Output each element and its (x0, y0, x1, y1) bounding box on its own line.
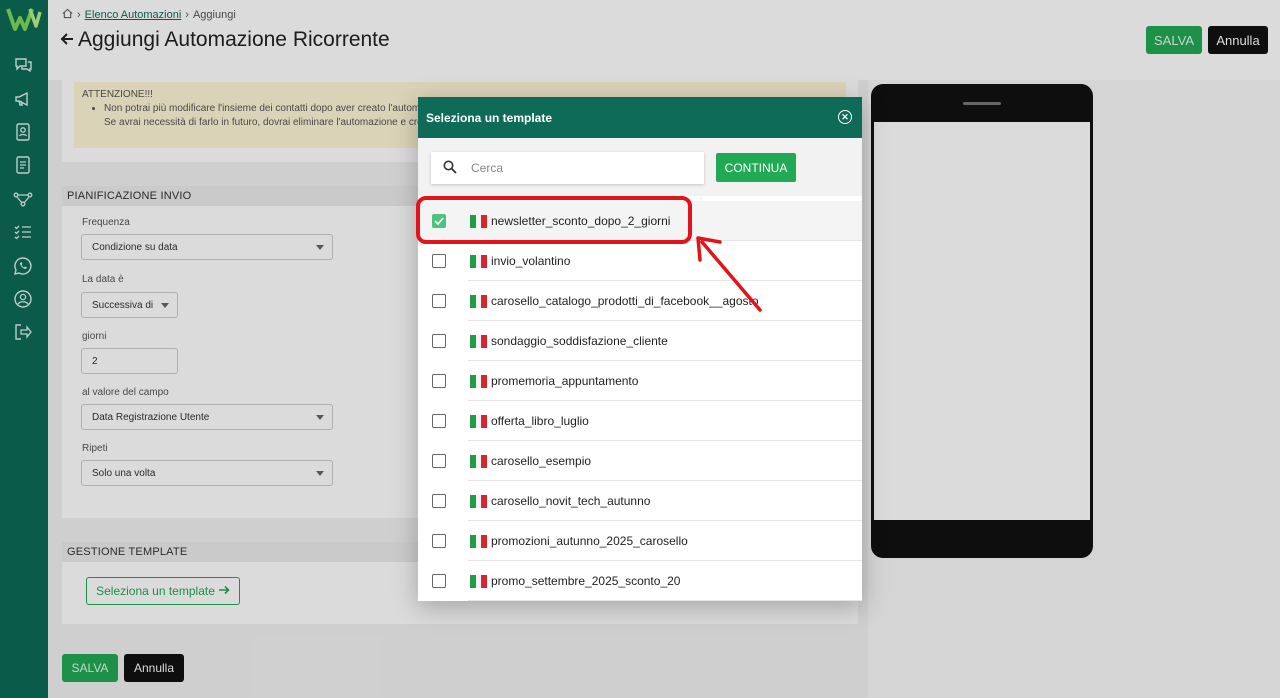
italian-flag-icon (470, 574, 488, 588)
template-row[interactable]: promemoria_appuntamento (418, 361, 862, 401)
italian-flag-icon (470, 454, 488, 468)
template-checkbox[interactable] (432, 334, 446, 348)
template-checkbox[interactable] (432, 574, 446, 588)
search-placeholder: Cerca (471, 161, 504, 175)
search-input[interactable]: Cerca (431, 152, 704, 184)
template-checkbox[interactable] (432, 254, 446, 268)
modal-header: Seleziona un template ✕ (418, 97, 862, 138)
italian-flag-icon (470, 294, 488, 308)
template-name: invio_volantino (491, 254, 571, 268)
template-checkbox[interactable] (432, 374, 446, 388)
template-checkbox[interactable] (432, 454, 446, 468)
italian-flag-icon (470, 374, 488, 388)
template-row[interactable]: carosello_catalogo_prodotti_di_facebook_… (418, 281, 862, 321)
annotation-arrow-icon (696, 236, 762, 312)
highlight-annotation (416, 196, 692, 244)
continue-button[interactable]: CONTINUA (716, 153, 796, 182)
template-name: promozioni_autunno_2025_carosello (491, 534, 688, 548)
italian-flag-icon (470, 414, 488, 428)
template-checkbox[interactable] (432, 534, 446, 548)
template-name: sondaggio_soddisfazione_cliente (491, 334, 668, 348)
template-row[interactable]: carosello_novit_tech_autunno (418, 481, 862, 521)
close-icon[interactable]: ✕ (838, 110, 852, 124)
template-row[interactable]: sondaggio_soddisfazione_cliente (418, 321, 862, 361)
template-list: newsletter_sconto_dopo_2_giorni invio_vol… (418, 201, 862, 601)
search-icon (443, 160, 457, 177)
template-row[interactable]: carosello_esempio (418, 441, 862, 481)
template-checkbox[interactable] (432, 414, 446, 428)
template-checkbox[interactable] (432, 494, 446, 508)
italian-flag-icon (470, 534, 488, 548)
italian-flag-icon (470, 334, 488, 348)
template-name: promemoria_appuntamento (491, 374, 639, 388)
template-row[interactable]: offerta_libro_luglio (418, 401, 862, 441)
template-row[interactable]: promo_settembre_2025_sconto_20 (418, 561, 862, 601)
modal-title: Seleziona un template (426, 110, 553, 125)
template-name: offerta_libro_luglio (491, 414, 589, 428)
template-row[interactable]: invio_volantino (418, 241, 862, 281)
italian-flag-icon (470, 254, 488, 268)
row-divider (468, 600, 862, 601)
template-name: carosello_novit_tech_autunno (491, 494, 651, 508)
template-checkbox[interactable] (432, 294, 446, 308)
template-modal: Seleziona un template ✕ Cerca CONTINUA n… (418, 97, 862, 601)
template-row[interactable]: promozioni_autunno_2025_carosello (418, 521, 862, 561)
italian-flag-icon (470, 494, 488, 508)
modal-search-bar: Cerca CONTINUA (418, 138, 862, 196)
template-name: promo_settembre_2025_sconto_20 (491, 574, 681, 588)
template-name: carosello_esempio (491, 454, 592, 468)
